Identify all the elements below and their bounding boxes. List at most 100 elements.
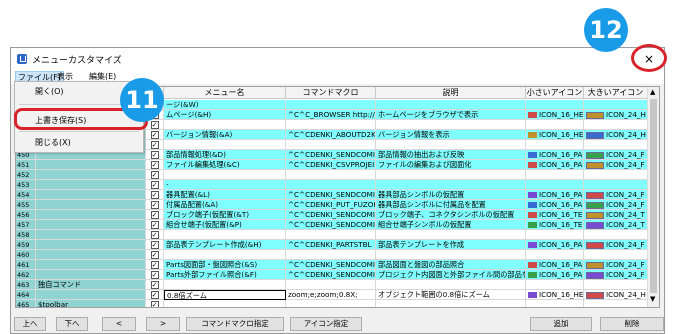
checkbox-icon[interactable]: ✓	[150, 201, 159, 209]
large-icon-cell[interactable]	[584, 100, 648, 110]
vertical-scrollbar[interactable]: ▲ ▼	[647, 87, 659, 307]
row-label[interactable]: $toolbar	[36, 300, 146, 307]
menu-name-cell[interactable]: バージョン情報(&A)	[164, 130, 286, 140]
enable-checkbox[interactable]: ✓	[146, 250, 164, 260]
enable-checkbox[interactable]: ✓	[146, 270, 164, 280]
row-number[interactable]: 457	[16, 220, 36, 230]
description-cell[interactable]: 部品情報の抽出および反映	[376, 150, 526, 160]
small-icon-cell[interactable]: ICON_16_HELI	[526, 110, 584, 120]
menu-name-cell[interactable]	[164, 120, 286, 130]
enable-checkbox[interactable]: ✓	[146, 300, 164, 307]
macro-cell[interactable]: ^C^CDENKI_SENDCOMI	[286, 270, 376, 280]
macro-cell[interactable]	[286, 250, 376, 260]
move-left-button[interactable]: <	[102, 317, 136, 331]
small-icon-cell[interactable]: ICON_16_PAR	[526, 200, 584, 210]
macro-cell[interactable]: ^C^CDENKI_SENDCOMI	[286, 260, 376, 270]
enable-checkbox[interactable]: ✓	[146, 190, 164, 200]
table-row[interactable]: 454 ✓ 器具配置(&L) ^C^CDENKI_SENDCOMI 器具部品シンボルの仮…	[16, 190, 648, 200]
large-icon-cell[interactable]: ICON_24_F	[584, 150, 648, 160]
checkbox-icon[interactable]: ✓	[150, 291, 159, 299]
description-cell[interactable]	[376, 170, 526, 180]
menu-name-cell[interactable]	[164, 280, 286, 290]
checkbox-icon[interactable]: ✓	[150, 271, 159, 279]
description-cell[interactable]: 組合せ端子シンボルの仮配置	[376, 220, 526, 230]
description-cell[interactable]: バージョン情報を表示	[376, 130, 526, 140]
checkbox-icon[interactable]: ✓	[150, 281, 159, 289]
table-row[interactable]: 455 ✓ 付属品配置(&A) ^C^CDENKI_PUT_FUZOK 器具部品シンボル…	[16, 200, 648, 210]
description-cell[interactable]	[376, 120, 526, 130]
macro-cell[interactable]	[286, 300, 376, 307]
row-number[interactable]: 455	[16, 200, 36, 210]
small-icon-cell[interactable]: ICON_16_TER	[526, 210, 584, 220]
small-icon-cell[interactable]	[526, 140, 584, 150]
menu-name-cell[interactable]: 0.8倍ズーム	[164, 290, 286, 300]
checkbox-icon[interactable]: ✓	[150, 221, 159, 229]
menu-name-cell[interactable]: ムページ(&H)	[164, 110, 286, 120]
enable-checkbox[interactable]: ✓	[146, 240, 164, 250]
checkbox-icon[interactable]: ✓	[150, 191, 159, 199]
small-icon-cell[interactable]	[526, 230, 584, 240]
table-row[interactable]: 451 ✓ ファイル編集処理(&C) ^C^CDENKI_CSVPROJEI ファイルの…	[16, 160, 648, 170]
small-icon-cell[interactable]	[526, 120, 584, 130]
table-row[interactable]: 458 ✓	[16, 230, 648, 240]
row-number[interactable]: 464	[16, 290, 36, 300]
row-label[interactable]: 独自コマンド	[36, 280, 146, 290]
menu-name-cell[interactable]	[164, 140, 286, 150]
enable-checkbox[interactable]: ✓	[146, 210, 164, 220]
description-cell[interactable]: 器具部品シンボルの仮配置	[376, 190, 526, 200]
row-number[interactable]: 451	[16, 160, 36, 170]
menu-name-cell[interactable]	[164, 300, 286, 307]
delete-button[interactable]: 削除	[600, 317, 664, 331]
row-number[interactable]: 460	[16, 250, 36, 260]
macro-cell[interactable]	[286, 280, 376, 290]
description-cell[interactable]	[376, 230, 526, 240]
row-label[interactable]	[36, 170, 146, 180]
row-number[interactable]: 454	[16, 190, 36, 200]
row-label[interactable]	[36, 210, 146, 220]
large-icon-cell[interactable]: ICON_24_F	[584, 270, 648, 280]
large-icon-cell[interactable]: ICON_24_H	[584, 110, 648, 120]
menu-name-cell[interactable]: Parts外部ファイル照合(&F)	[164, 270, 286, 280]
small-icon-cell[interactable]: ICON_16_HELI	[526, 130, 584, 140]
large-icon-cell[interactable]: ICON_24_F	[584, 160, 648, 170]
menu-name-cell[interactable]: ファイル編集処理(&C)	[164, 160, 286, 170]
row-label[interactable]	[36, 270, 146, 280]
row-label[interactable]	[36, 220, 146, 230]
small-icon-cell[interactable]	[526, 300, 584, 307]
row-label[interactable]	[36, 160, 146, 170]
checkbox-icon[interactable]: ✓	[150, 211, 159, 219]
large-icon-cell[interactable]: ICON_24_H	[584, 130, 648, 140]
scroll-thumb[interactable]	[650, 99, 657, 293]
macro-cell[interactable]: ^C^CDENKI_SENDCOMI	[286, 210, 376, 220]
large-icon-cell[interactable]	[584, 120, 648, 130]
menu-name-cell[interactable]: ージ(&W)	[164, 100, 286, 110]
menu-name-cell[interactable]: 付属品配置(&A)	[164, 200, 286, 210]
row-label[interactable]	[36, 180, 146, 190]
description-cell[interactable]	[376, 100, 526, 110]
macro-cell[interactable]: ^C^CDENKI_SENDCOMI	[286, 150, 376, 160]
enable-checkbox[interactable]: ✓	[146, 130, 164, 140]
large-icon-cell[interactable]: ICON_24_T	[584, 210, 648, 220]
small-icon-cell[interactable]	[526, 180, 584, 190]
macro-cell[interactable]	[286, 170, 376, 180]
checkbox-icon[interactable]: ✓	[150, 251, 159, 259]
macro-cell[interactable]: ^C^CDENKI_SENDCOMI	[286, 190, 376, 200]
row-number[interactable]: 461	[16, 260, 36, 270]
macro-cell[interactable]: ^C^CDENKI_SENDCOMI	[286, 220, 376, 230]
command-macro-button[interactable]: コマンドマクロ指定	[186, 317, 284, 331]
checkbox-icon[interactable]: ✓	[150, 131, 159, 139]
large-icon-cell[interactable]: ICON_24_F	[584, 200, 648, 210]
menu-name-cell[interactable]: 部品情報処理(&D)	[164, 150, 286, 160]
small-icon-cell[interactable]: ICON_16_PAR	[526, 260, 584, 270]
enable-checkbox[interactable]: ✓	[146, 170, 164, 180]
move-up-button[interactable]: 上へ	[14, 317, 46, 331]
menu-name-cell[interactable]	[164, 250, 286, 260]
checkbox-icon[interactable]: ✓	[150, 231, 159, 239]
table-row[interactable]: 464 ✓ 0.8倍ズーム zoom;e;zoom;0.8X; オブジェクト範囲の0.8…	[16, 290, 648, 300]
description-cell[interactable]: 部品図面と盤図の部品照合	[376, 260, 526, 270]
macro-cell[interactable]: ^C^CDENKI_PARTSTBL	[286, 240, 376, 250]
row-label[interactable]	[36, 200, 146, 210]
row-label[interactable]	[36, 260, 146, 270]
large-icon-cell[interactable]	[584, 230, 648, 240]
table-row[interactable]: 460 ✓	[16, 250, 648, 260]
